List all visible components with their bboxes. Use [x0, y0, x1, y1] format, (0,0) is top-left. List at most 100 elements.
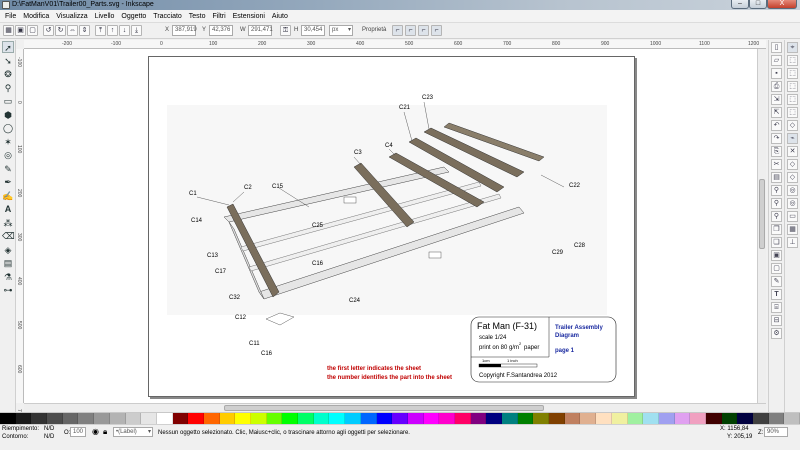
palette-swatch[interactable]	[721, 413, 738, 424]
palette-swatch[interactable]	[219, 413, 236, 424]
snap-center-icon[interactable]: ⬚	[787, 107, 798, 118]
menu-estensioni[interactable]: Estensioni	[233, 10, 265, 23]
eye-icon[interactable]: ◉	[92, 427, 99, 436]
palette-swatch[interactable]	[549, 413, 565, 424]
palette-swatch[interactable]	[407, 413, 424, 424]
3d-box-tool-icon[interactable]: ⬢	[2, 109, 14, 121]
undo-icon[interactable]: ↶	[771, 120, 782, 131]
lower-icon[interactable]: ↓	[119, 25, 130, 36]
unit-select[interactable]: px ▾	[329, 25, 353, 36]
rectangle-tool-icon[interactable]: ▭	[2, 95, 14, 107]
palette-swatch[interactable]	[627, 413, 644, 424]
layer-select[interactable]: •(Label) ▾	[113, 427, 153, 437]
snap-bbox-corner-icon[interactable]: ⬚	[787, 81, 798, 92]
new-document-icon[interactable]: ▯	[771, 42, 782, 53]
palette-swatch[interactable]	[596, 413, 612, 424]
eraser-tool-icon[interactable]: ⌫	[2, 230, 15, 242]
duplicate-icon[interactable]: ❐	[771, 224, 782, 235]
pencil-tool-icon[interactable]: ✎	[2, 163, 14, 175]
transform-gradients-icon[interactable]: ⌐	[418, 25, 429, 36]
canvas[interactable]: C1 C2 C15 C14 C13 C17 C32 C25 C16 C24 C1…	[24, 49, 757, 403]
select-all-icon[interactable]: ▦	[3, 25, 14, 36]
palette-swatch[interactable]	[0, 413, 16, 424]
text-font-icon[interactable]: T	[771, 289, 782, 300]
spiral-tool-icon[interactable]: ◎	[2, 149, 14, 161]
color-palette[interactable]	[0, 412, 800, 424]
redo-icon[interactable]: ↷	[771, 133, 782, 144]
w-field[interactable]: 291,471	[248, 25, 273, 36]
lock-ratio-icon[interactable]: ⚿	[280, 25, 291, 36]
ungroup-icon[interactable]: ▢	[771, 263, 782, 274]
palette-swatch[interactable]	[470, 413, 487, 424]
palette-swatch[interactable]	[643, 413, 659, 424]
menu-aiuto[interactable]: Aiuto	[272, 10, 288, 23]
fill-stroke-icon[interactable]: ✎	[771, 276, 782, 287]
palette-swatch[interactable]	[768, 413, 785, 424]
h-field[interactable]: 30,454	[301, 25, 325, 36]
snap-bbox-icon[interactable]: ⬚	[787, 55, 798, 66]
dropper-tool-icon[interactable]: ⚗	[2, 271, 14, 283]
horizontal-scrollbar[interactable]	[24, 403, 766, 412]
palette-swatch[interactable]	[392, 413, 408, 424]
import-icon[interactable]: ⇲	[771, 94, 782, 105]
raise-icon[interactable]: ↑	[107, 25, 118, 36]
print-icon[interactable]: ⎙	[771, 81, 782, 92]
palette-swatch[interactable]	[313, 413, 330, 424]
palette-swatch[interactable]	[376, 413, 393, 424]
raise-top-icon[interactable]: ⤒	[95, 25, 106, 36]
palette-swatch[interactable]	[690, 413, 706, 424]
palette-swatch[interactable]	[454, 413, 471, 424]
fill-value[interactable]: N/D	[44, 426, 54, 432]
connector-tool-icon[interactable]: ⊶	[2, 284, 14, 296]
palette-swatch[interactable]	[439, 413, 455, 424]
group-icon[interactable]: ▣	[771, 250, 782, 261]
cut-icon[interactable]: ✂	[771, 159, 782, 170]
clone-icon[interactable]: ❏	[771, 237, 782, 248]
menu-tracciato[interactable]: Tracciato	[153, 10, 182, 23]
zoom-drawing-icon[interactable]: ⚲	[771, 198, 782, 209]
flip-vertical-icon[interactable]: ⇕	[79, 25, 90, 36]
spray-tool-icon[interactable]: ⁂	[2, 217, 14, 229]
copy-icon[interactable]: ⎘	[771, 146, 782, 157]
star-tool-icon[interactable]: ✶	[2, 136, 14, 148]
menu-modifica[interactable]: Modifica	[23, 10, 49, 23]
palette-swatch[interactable]	[329, 413, 346, 424]
palette-swatch[interactable]	[172, 413, 189, 424]
palette-swatch[interactable]	[674, 413, 691, 424]
vertical-scrollbar[interactable]	[757, 49, 766, 403]
transform-patterns-icon[interactable]: ⌐	[431, 25, 442, 36]
y-field[interactable]: 42,376	[209, 25, 233, 36]
menu-livello[interactable]: Livello	[95, 10, 115, 23]
zoom-selection-icon[interactable]: ⚲	[771, 185, 782, 196]
snap-grid-icon[interactable]: ▦	[787, 224, 798, 235]
menu-testo[interactable]: Testo	[189, 10, 206, 23]
pen-tool-icon[interactable]: ✒	[2, 176, 14, 188]
horizontal-scroll-thumb[interactable]	[224, 405, 544, 411]
select-all-layers-icon[interactable]: ▣	[15, 25, 26, 36]
minimize-button[interactable]: –	[731, 0, 749, 9]
palette-swatch[interactable]	[564, 413, 581, 424]
menu-filtri[interactable]: Filtri	[212, 10, 225, 23]
deselect-icon[interactable]: ▢	[27, 25, 38, 36]
save-icon[interactable]: ▪	[771, 68, 782, 79]
opacity-field[interactable]: 100	[70, 427, 86, 437]
menu-file[interactable]: File	[5, 10, 16, 23]
palette-swatch[interactable]	[47, 413, 63, 424]
palette-swatch[interactable]	[486, 413, 502, 424]
rotate-cw-icon[interactable]: ↻	[55, 25, 66, 36]
x-field[interactable]: 387,919	[172, 25, 197, 36]
tweak-tool-icon[interactable]: ❂	[2, 68, 14, 80]
snap-bbox-edge-icon[interactable]: ⬚	[787, 68, 798, 79]
rotate-ccw-icon[interactable]: ↺	[43, 25, 54, 36]
palette-swatch[interactable]	[345, 413, 361, 424]
snap-nodes-icon[interactable]: ◇	[787, 120, 798, 131]
palette-swatch[interactable]	[15, 413, 32, 424]
palette-swatch[interactable]	[31, 413, 48, 424]
zoom-tool-icon[interactable]: ⚲	[2, 82, 14, 94]
node-tool-icon[interactable]: ➘	[2, 55, 14, 67]
selector-tool-icon[interactable]: ➚	[2, 41, 14, 53]
snap-intersection-icon[interactable]: ✕	[787, 146, 798, 157]
paste-icon[interactable]: ▤	[771, 172, 782, 183]
palette-swatch[interactable]	[753, 413, 769, 424]
gradient-tool-icon[interactable]: ▤	[2, 257, 14, 269]
